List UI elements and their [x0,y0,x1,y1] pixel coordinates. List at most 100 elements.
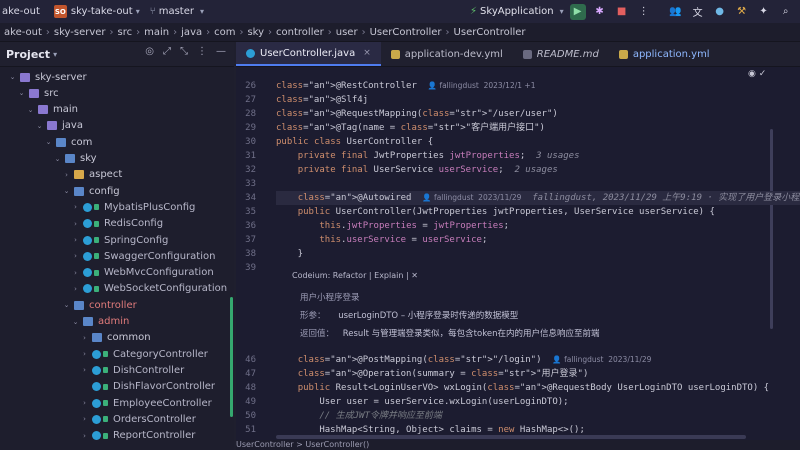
tree-item[interactable]: › WebSocketConfiguration [0,281,234,297]
target-icon[interactable]: ◎ [145,46,154,57]
reader-mode-icon[interactable]: ◉ ✓ [748,69,766,79]
collab-icon[interactable]: 👥 [668,4,684,20]
chevron-right-icon[interactable]: › [71,203,80,211]
code-line[interactable]: class="an">@RequestMapping(class="str">"… [276,107,558,121]
chevron-down-icon[interactable]: ⌄ [8,73,17,81]
code-line[interactable]: private final UserService userService; 2… [276,163,558,177]
breadcrumb-item[interactable]: src [118,27,133,38]
breadcrumb-item[interactable]: controller [276,27,324,38]
breadcrumb-item[interactable]: sky [247,27,264,38]
tab-usercontroller[interactable]: UserController.java × [236,42,381,66]
tree-item[interactable]: › SpringConfig [0,232,234,248]
code-line[interactable]: public class UserController { [276,135,433,149]
chevron-right-icon[interactable]: › [80,334,89,342]
breadcrumb-item[interactable]: main [144,27,169,38]
tree-item[interactable]: › ReportController [0,428,234,444]
more-icon[interactable]: ⋮ [197,46,207,57]
chevron-right-icon[interactable]: › [80,366,89,374]
tree-item[interactable]: › EmployeeController [0,395,234,411]
stop-button[interactable]: ■ [614,4,630,20]
chevron-down-icon[interactable]: ⌄ [26,106,35,114]
tab-readme[interactable]: README.md [513,42,609,66]
chevron-down-icon[interactable]: ⌄ [62,187,71,195]
tree-item[interactable]: DishFlavorController [0,379,234,395]
code-line[interactable]: class="an">@Autowired 👤 fallingdust 2023… [276,191,800,205]
code-line[interactable]: this.userService = userService; [276,233,487,247]
close-icon[interactable]: × [363,48,371,58]
breadcrumb-item[interactable]: user [336,27,358,38]
chevron-down-icon[interactable]: ⌄ [35,122,44,130]
code-line[interactable]: User user = userService.wxLogin(userLogi… [276,395,568,409]
chevron-right-icon[interactable]: › [80,399,89,407]
code-line[interactable]: // 生成JWT令牌并响应至前端 [276,409,442,423]
tree-item[interactable]: › CategoryController [0,346,234,362]
tree-item[interactable]: › WebMvcConfiguration [0,265,234,281]
chevron-right-icon[interactable]: › [80,415,89,423]
chevron-down-icon[interactable]: ⌄ [71,318,80,326]
breadcrumb-item[interactable]: UserController [454,27,526,38]
code-line[interactable]: private final JwtProperties jwtPropertie… [276,149,580,163]
chevron-right-icon[interactable]: › [62,171,71,179]
tree-item[interactable]: ⌄ com [0,134,234,150]
branch-switcher[interactable]: ⑂ master ▾ [150,6,204,17]
translate-icon[interactable]: 文 [690,4,706,20]
tree-item[interactable]: ⌄ sky [0,151,234,167]
debug-icon[interactable]: ✱ [592,4,608,20]
tree-item[interactable]: › RedisConfig [0,216,234,232]
breadcrumb-item[interactable]: com [214,27,235,38]
more-icon[interactable]: ⋮ [636,4,652,20]
tree-item[interactable]: ⌄ java [0,118,234,134]
code-line[interactable]: public UserController(JwtProperties jwtP… [276,205,715,219]
tree-item[interactable]: › MybatisPlusConfig [0,199,234,215]
code-line[interactable]: class="an">@Operation(summary = class="s… [276,367,589,381]
tree-item[interactable]: ⌄ main [0,102,234,118]
code-line[interactable]: public Result<LoginUserVO> wxLogin(class… [276,381,769,395]
tree-item[interactable]: › SwaggerConfiguration [0,248,234,264]
chevron-right-icon[interactable]: › [80,432,89,440]
code-line[interactable]: class="an">@RestController 👤 fallingdust… [276,79,535,93]
tree-item[interactable]: ⌄ controller [0,297,234,313]
chevron-right-icon[interactable]: › [71,269,80,277]
chevron-down-icon[interactable]: ▾ [53,50,57,59]
minimize-icon[interactable]: — [216,46,226,57]
build-icon[interactable]: ⚒ [734,4,750,20]
tree-item[interactable]: ⌄ admin [0,314,234,330]
tree-item[interactable]: ⌄ config [0,183,234,199]
code-line[interactable]: HashMap<String, Object> claims = new Has… [276,423,585,437]
tree-item[interactable]: ⌄ src [0,85,234,101]
chevron-down-icon[interactable]: ⌄ [17,89,26,97]
ai-assistant-icon[interactable]: ✦ [756,4,772,20]
code-line[interactable]: } [276,247,303,261]
tree-item[interactable]: › common [0,330,234,346]
project-switcher[interactable]: SO sky-take-out ▾ [53,5,140,18]
code-line[interactable]: class="an">@Slf4j [276,93,368,107]
breadcrumb-item[interactable]: java [181,27,202,38]
expand-icon[interactable]: ⤢ [163,46,171,57]
code-line[interactable]: this.jwtProperties = jwtProperties; [276,219,509,233]
tab-application-dev[interactable]: application-dev.yml [381,42,513,66]
chevron-right-icon[interactable]: › [71,236,80,244]
tree-item[interactable]: ⌄ sky-server [0,69,234,85]
code-editor[interactable]: ◉ ✓ Codeium: Refactor | Explain | ✕ 用户小程… [236,67,800,440]
tree-item[interactable]: › OrdersController [0,411,234,427]
search-icon[interactable]: ⌕ [778,4,794,20]
collapse-icon[interactable]: ⤡ [180,46,188,57]
code-line[interactable]: class="an">@Tag(name = class="str">"客户端用… [276,121,545,135]
chevron-right-icon[interactable]: › [71,285,80,293]
plugin-icon[interactable]: ● [712,4,728,20]
code-line[interactable]: class="an">@PostMapping(class="str">"/lo… [276,353,652,367]
chevron-right-icon[interactable]: › [71,252,80,260]
run-config-selector[interactable]: ⚡ SkyApplication ▾ [470,6,564,17]
breadcrumb-item[interactable]: UserController [370,27,442,38]
chevron-right-icon[interactable]: › [71,220,80,228]
chevron-down-icon[interactable]: ⌄ [62,301,71,309]
vertical-scrollbar[interactable] [770,129,773,329]
tab-application[interactable]: application.yml [609,42,720,66]
tree-item[interactable]: › aspect [0,167,234,183]
project-panel-title[interactable]: Project [6,48,50,61]
chevron-down-icon[interactable]: ⌄ [44,138,53,146]
chevron-down-icon[interactable]: ⌄ [53,155,62,163]
breadcrumb-item[interactable]: sky-server [54,27,106,38]
chevron-right-icon[interactable]: › [80,350,89,358]
run-button[interactable]: ▶ [569,3,586,20]
